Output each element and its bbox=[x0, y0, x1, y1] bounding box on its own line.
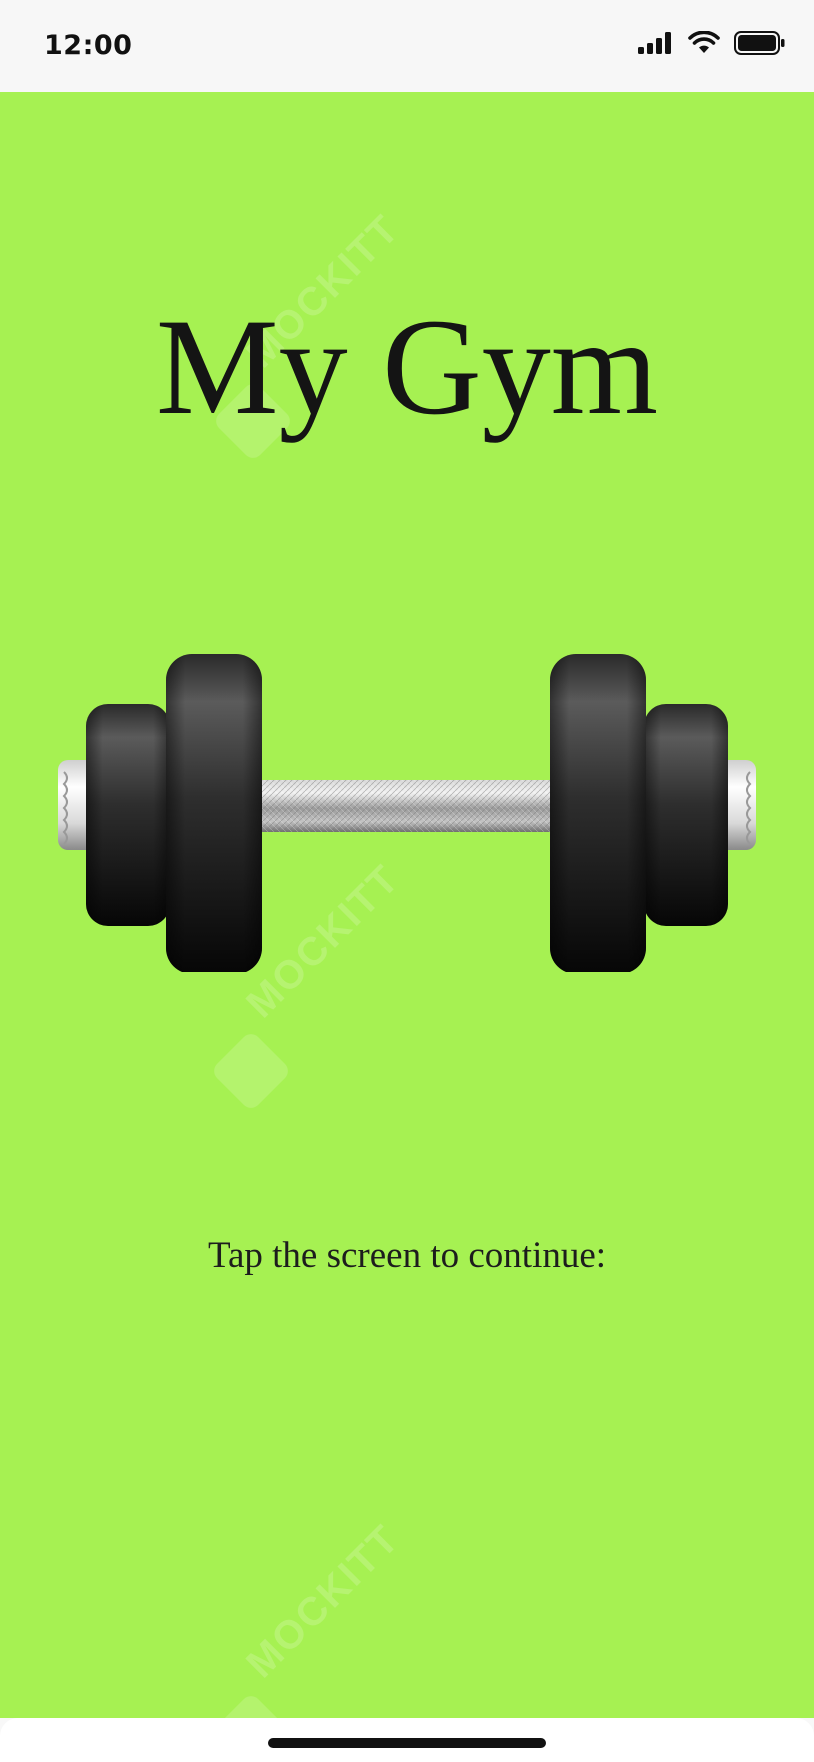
home-indicator[interactable] bbox=[268, 1738, 546, 1748]
wifi-icon bbox=[688, 31, 720, 53]
watermark-text: MOCKITT bbox=[238, 1516, 409, 1687]
dumbbell-icon bbox=[58, 654, 756, 972]
tap-to-continue-prompt: Tap the screen to continue: bbox=[207, 1235, 607, 1276]
app-title: My Gym bbox=[155, 290, 659, 443]
battery-icon bbox=[734, 31, 785, 55]
status-time: 12:00 bbox=[44, 30, 133, 61]
cellular-signal-icon bbox=[638, 32, 671, 54]
phone-screen: 12:00 MOCKITT MOCKITT MOCKITT My Gym Tap… bbox=[0, 0, 814, 1762]
status-icons bbox=[638, 28, 786, 58]
status-bar: 12:00 bbox=[0, 0, 814, 92]
home-bar-area bbox=[0, 1718, 814, 1762]
watermark-logo bbox=[209, 1029, 293, 1113]
tap-to-continue-area[interactable]: MOCKITT MOCKITT MOCKITT My Gym Tap the s… bbox=[0, 92, 814, 1762]
